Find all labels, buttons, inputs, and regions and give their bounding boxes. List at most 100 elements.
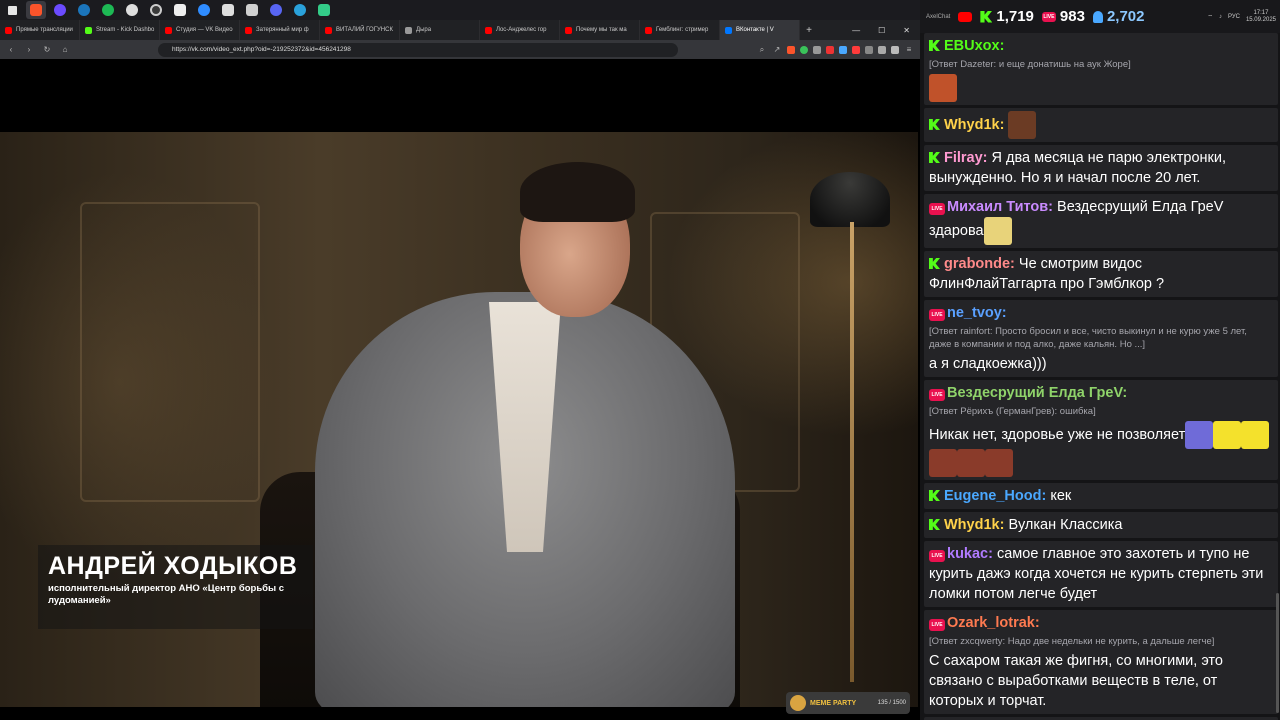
extension-blue-icon[interactable] (839, 45, 847, 54)
extension-icon[interactable] (813, 45, 821, 54)
clock[interactable]: 17:17 15.09.2025 (1246, 10, 1276, 24)
chat-username[interactable]: ne_tvoy: (947, 305, 1007, 321)
chat-emote-icon (929, 449, 957, 477)
chat-username[interactable]: Вездесрущий Елда ГреV: (947, 385, 1127, 401)
minimize-icon[interactable]: — (852, 26, 860, 35)
chat-message: LIVE Ozark_lotrak: [Ответ zxcqwerty: Надо … (924, 610, 1278, 714)
extension-green-icon[interactable] (800, 45, 808, 54)
new-tab-button[interactable]: + (800, 25, 818, 36)
chat-username[interactable]: kukac: (947, 546, 993, 562)
forward-arrow-icon[interactable]: › (24, 45, 34, 54)
kick-count: 1,719 (996, 8, 1034, 25)
telegram-icon[interactable] (290, 1, 310, 19)
sidebar-icon[interactable] (878, 45, 886, 54)
wallet-icon[interactable] (891, 45, 899, 54)
live-icon: LIVE (929, 550, 945, 562)
chat-username[interactable]: EBUxox: (944, 38, 1004, 54)
browser-tab[interactable]: Лос-Анджелес гор (480, 20, 560, 40)
chat-message: grabonde: Че смотрим видос ФлинФлайТагга… (924, 251, 1278, 297)
vk-viewers: LIVE 983 (1041, 8, 1085, 25)
steam-icon[interactable] (74, 1, 94, 19)
chat-username[interactable]: Whyd1k: (944, 117, 1004, 133)
browser-tab[interactable]: Дыра (400, 20, 480, 40)
video-player[interactable]: АНДРЕЙ ХОДЫКОВ исполнительный директор А… (0, 59, 918, 720)
menu-icon[interactable]: ≡ (904, 45, 914, 54)
tab-label: Лос-Анджелес гор (496, 27, 547, 33)
url-input[interactable]: https://vk.com/video_ext.php?oid=-219252… (158, 42, 678, 57)
tab-label: Гемблинг: стример (656, 27, 709, 33)
chat-panel[interactable]: EBUxox: [Ответ Dazeter: и еще донатишь на… (920, 33, 1280, 720)
volume-icon[interactable]: ♪ (1219, 14, 1222, 20)
live-icon: LIVE (929, 309, 945, 321)
browser-tab[interactable]: Гемблинг: стример (640, 20, 720, 40)
terminal-icon[interactable] (242, 1, 262, 19)
zoom-icon[interactable]: ⌕ (757, 45, 767, 55)
tab-favicon-icon (485, 26, 492, 34)
live-icon: LIVE (929, 203, 945, 215)
kick-icon (980, 10, 993, 23)
chat-text: Никак нет, здоровье уже не позволяет (929, 426, 1186, 443)
chat-username[interactable]: Filray: (944, 150, 988, 166)
back-arrow-icon[interactable]: ‹ (6, 45, 16, 54)
chat-username[interactable]: Ozark_lotrak: (947, 615, 1040, 631)
close-icon[interactable]: ✕ (903, 26, 910, 35)
chat-username[interactable]: Whyd1k: (944, 517, 1004, 533)
extension-gray-icon[interactable] (865, 45, 873, 54)
system-tray: ⌔ ♪ РУС 17:17 15.09.2025 (1207, 10, 1280, 24)
tab-label: Почему мы так ма (576, 27, 627, 33)
chat-reply-quote: [Ответ Dazeter: и еще донатишь на аук Жо… (929, 59, 1131, 70)
brave-shield-icon[interactable] (787, 45, 795, 54)
tab-favicon-icon (325, 26, 332, 34)
youtube-extension-icon[interactable] (852, 45, 860, 54)
chat-text: С сахаром такая же фигня, со многими, эт… (929, 653, 1223, 709)
chrome-icon[interactable] (122, 1, 142, 19)
browser-tab[interactable]: Прямые трансляции (0, 20, 80, 40)
spotify-icon[interactable] (98, 1, 118, 19)
floor-lamp (810, 172, 890, 227)
discord-icon[interactable] (266, 1, 286, 19)
brave-browser-icon[interactable] (26, 1, 46, 19)
maximize-icon[interactable]: ☐ (878, 26, 885, 35)
chat-username[interactable]: Михаил Титов: (947, 199, 1053, 215)
obs-icon[interactable] (146, 1, 166, 19)
wall-panel (80, 202, 260, 502)
wifi-icon[interactable]: ⌔ (1207, 13, 1213, 21)
browser-tab[interactable]: ВКонтакте | V (720, 20, 800, 40)
tab-label: Stream - Kick Dashbo (96, 27, 155, 33)
browser-tab[interactable]: Почему мы так ма (560, 20, 640, 40)
browser-tab[interactable]: Студия — VK Видео (160, 20, 240, 40)
chat-scrollbar[interactable] (1276, 593, 1279, 713)
live-icon: LIVE (1041, 11, 1056, 22)
windows-start-icon[interactable] (2, 1, 22, 19)
language-indicator[interactable]: РУС (1228, 14, 1240, 20)
tab-label: Дыра (416, 27, 432, 33)
browser-icon[interactable] (194, 1, 214, 19)
chat-message: Eugene_Hood: кек (924, 483, 1278, 509)
chat-username[interactable]: Eugene_Hood: (944, 488, 1046, 504)
chat-reply-quote: [Ответ rainfort: Просто бросил и все, чи… (929, 326, 1247, 350)
live-icon: LIVE (929, 619, 945, 631)
vk-count: 983 (1059, 8, 1085, 25)
share-icon[interactable]: ↗ (772, 45, 782, 54)
chat-text: а я сладкоежка))) (929, 356, 1047, 372)
chat-username[interactable]: grabonde: (944, 256, 1015, 272)
edit-icon[interactable] (218, 1, 238, 19)
reload-icon[interactable]: ↻ (42, 45, 52, 54)
window-controls: — ☐ ✕ (852, 26, 920, 35)
capcut-icon[interactable] (170, 1, 190, 19)
browser-tab[interactable]: ВИТАЛИЙ ГОГУНСК (320, 20, 400, 40)
browser-tab[interactable]: Затерянный мир ф (240, 20, 320, 40)
taskbar (0, 0, 920, 20)
chat-reply-quote: [Ответ zxcqwerty: Надо две недельки не к… (929, 636, 1215, 647)
home-icon[interactable]: ⌂ (60, 45, 70, 54)
kick-icon (929, 519, 940, 530)
extension-red-icon[interactable] (826, 45, 834, 54)
browser-tab-bar: Прямые трансляции Stream - Kick Dashbo Сту… (0, 20, 920, 40)
chat-message: Whyd1k: (924, 108, 1278, 142)
chat-emote-icon (983, 217, 1012, 245)
messenger-icon[interactable] (50, 1, 70, 19)
tab-favicon-icon (405, 26, 412, 34)
tab-label: Студия — VK Видео (176, 27, 233, 33)
browser-tab[interactable]: Stream - Kick Dashbo (80, 20, 160, 40)
screen-tool-icon[interactable] (314, 1, 334, 19)
